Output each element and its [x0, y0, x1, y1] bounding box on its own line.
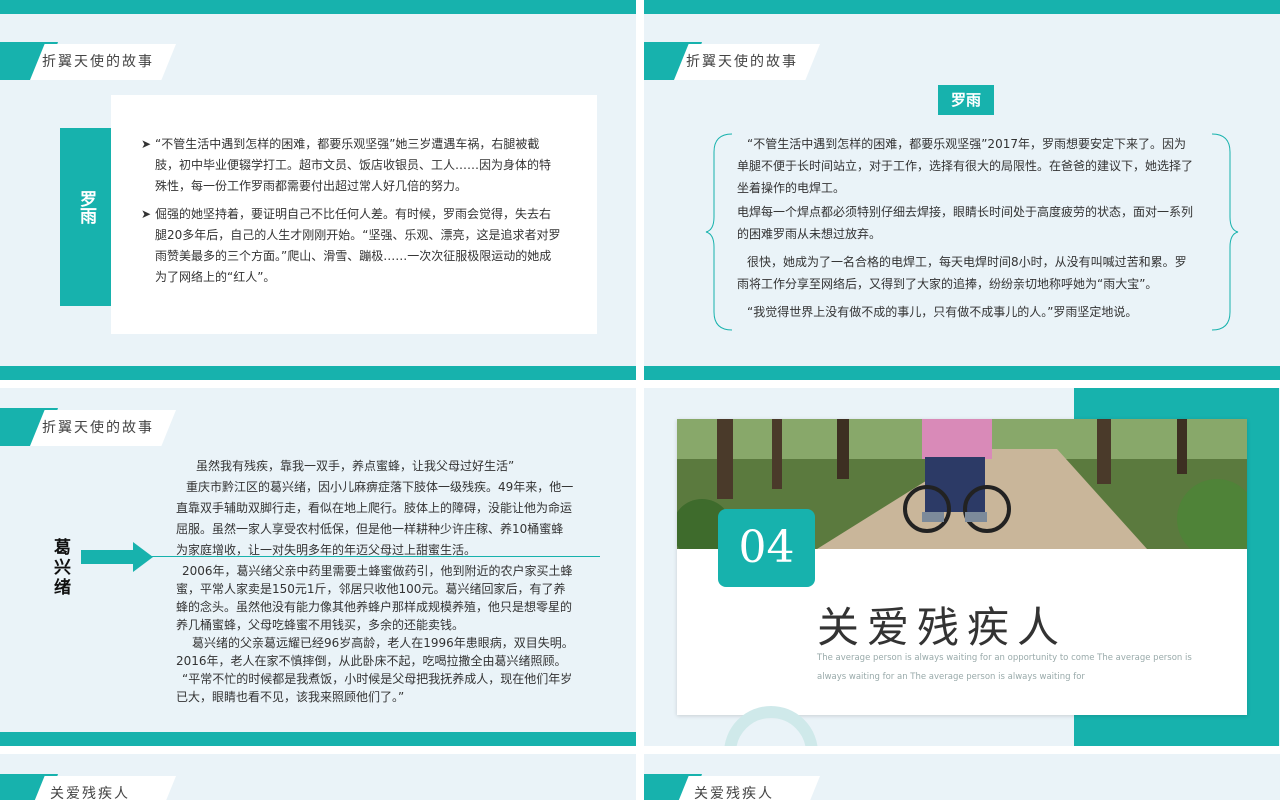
right-brace-icon — [1211, 133, 1239, 331]
section-number: 04 — [718, 509, 815, 587]
slide-4[interactable]: 04 关爱残疾人 The average person is always wa… — [644, 388, 1280, 746]
title-card: 04 关爱残疾人 The average person is always wa… — [677, 419, 1247, 715]
section-tag: 折翼天使的故事 — [0, 408, 178, 446]
slide-5[interactable]: 关爱残疾人 — [0, 754, 636, 800]
paragraph: 2006年，葛兴绪父亲中药里需要土蜂蜜做药引，他到附近的农户家买土蜂蜜，平常人家… — [176, 564, 573, 632]
bullet-item: ➤ 倔强的她坚持着，要证明自己不比任何人差。有时候，罗雨会觉得，失去右腿20多年… — [141, 204, 561, 288]
subtitle-text: The average person is always waiting for… — [817, 653, 1192, 682]
section-tag-label: 关爱残疾人 — [50, 786, 130, 800]
top-accent-bar — [0, 0, 636, 14]
paragraph: 很快，她成为了一名合格的电焊工，每天电焊时间8小时，从没有叫喊过苦和累。罗雨将工… — [737, 255, 1187, 291]
section-tag: 关爱残疾人 — [0, 774, 178, 800]
bullet-item: ➤ “不管生活中遇到怎样的困难，都要乐观坚强”她三岁遭遇车祸，右腿被截肢，初中毕… — [141, 134, 561, 197]
paragraph: “我觉得世界上没有做不成的事儿，只有做不成事儿的人。”罗雨坚定地说。 — [747, 305, 1138, 319]
content-card: ➤ “不管生活中遇到怎样的困难，都要乐观坚强”她三岁遭遇车祸，右腿被截肢，初中毕… — [111, 95, 597, 334]
section-tag-label: 关爱残疾人 — [694, 786, 774, 800]
paragraph: 电焊每一个焊点都必须特别仔细去焊接，眼睛长时间处于高度疲劳的状态，面对一系列的困… — [737, 205, 1194, 241]
bullet-arrow-icon: ➤ — [141, 207, 152, 221]
paragraph: 虽然我有残疾，靠我一双手，养点蜜蜂，让我父母过好生活” — [196, 459, 515, 473]
bottom-accent-bar — [644, 366, 1280, 380]
bullet-arrow-icon: ➤ — [141, 137, 152, 151]
slide-3[interactable]: 折翼天使的故事 虽然我有残疾，靠我一双手，养点蜜蜂，让我父母过好生活” 重庆市黔… — [0, 388, 636, 746]
bottom-accent-bar — [0, 366, 636, 380]
arrow-shaft — [81, 550, 135, 564]
paragraph: “平常不忙的时候都是我煮饭，小时候是父母把我抚养成人，现在他们年岁已大，眼睛也看… — [176, 672, 573, 704]
arrow-right-icon — [133, 542, 153, 572]
paragraph: “不管生活中遇到怎样的困难，都要乐观坚强”2017年，罗雨想要安定下来了。因为单… — [737, 137, 1194, 195]
left-brace-icon — [705, 133, 733, 331]
side-name: 罗雨 — [76, 190, 96, 224]
section-tag: 折翼天使的故事 — [0, 42, 178, 80]
section-tag: 关爱残疾人 — [644, 774, 822, 800]
top-accent-bar — [644, 0, 1280, 14]
divider-line — [150, 556, 600, 557]
slide-2[interactable]: 折翼天使的故事 罗雨 “不管生活中遇到怎样的困难，都要乐观坚强”2017年，罗雨… — [644, 0, 1280, 380]
section-tag-label: 折翼天使的故事 — [686, 54, 798, 70]
section-tag-label: 折翼天使的故事 — [42, 54, 154, 70]
name-sidebar: 罗雨 — [60, 128, 111, 306]
name-box: 罗雨 — [938, 85, 994, 115]
paragraph: 重庆市黔江区的葛兴绪，因小儿麻痹症落下肢体一级残疾。49年来，他一直靠双手辅助双… — [176, 480, 574, 557]
person-name: 葛兴绪 — [54, 538, 71, 598]
section-tag: 折翼天使的故事 — [644, 42, 822, 80]
section-tag-label: 折翼天使的故事 — [42, 420, 154, 436]
paragraph: 葛兴绪的父亲葛远耀已经96岁高龄，老人在1996年患眼病，双目失明。2016年，… — [176, 636, 574, 668]
slide-1[interactable]: 折翼天使的故事 ➤ “不管生活中遇到怎样的困难，都要乐观坚强”她三岁遭遇车祸，右… — [0, 0, 636, 380]
slide-6[interactable]: 关爱残疾人 — [644, 754, 1280, 800]
bottom-accent-bar — [0, 732, 636, 746]
section-title: 关爱残疾人 — [817, 603, 1068, 652]
